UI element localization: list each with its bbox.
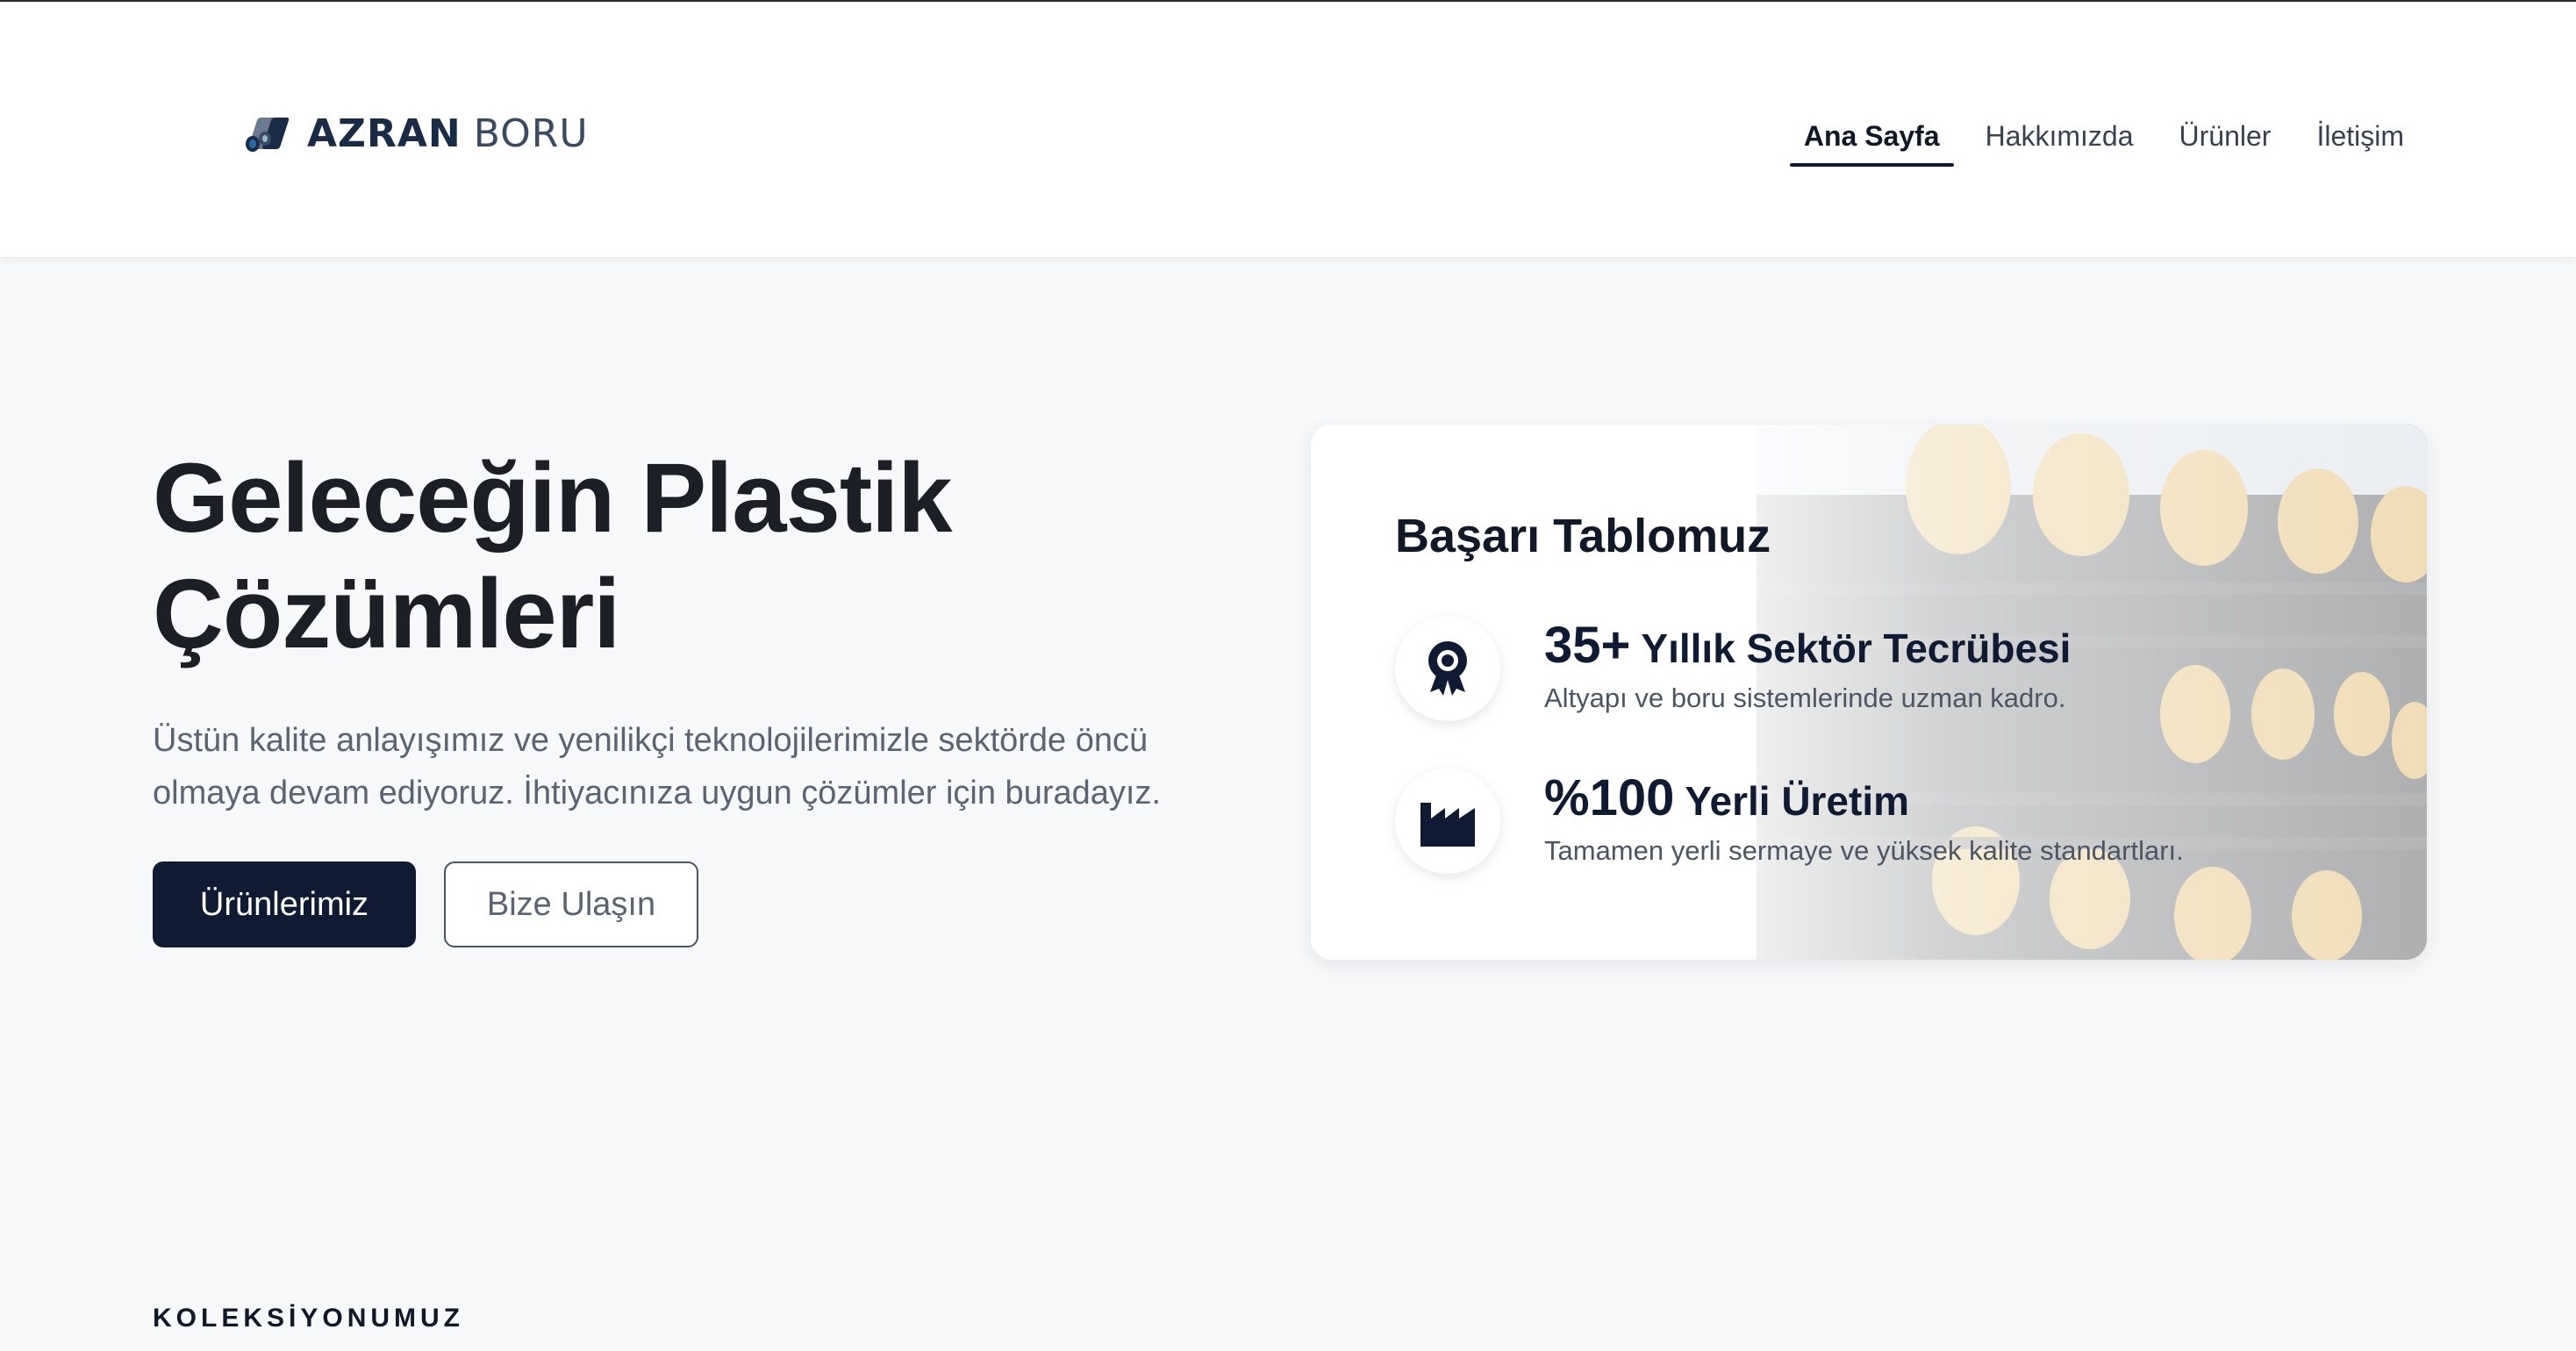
nav-item-ana-sayfa[interactable]: Ana Sayfa	[1789, 105, 1954, 167]
stat-experience: 35+ Yıllık Sektör Tecrübesi Altyapı ve bo…	[1395, 616, 2395, 730]
success-card: Başarı Tablomuz 35+ Yıllık Sektör Tecrübe…	[1311, 425, 2427, 960]
stat-experience-number: 35+	[1544, 617, 1631, 674]
stat-experience-label: Yıllık Sektör Tecrübesi	[1641, 625, 2072, 671]
brand-name-bold: AZRAN	[307, 111, 462, 156]
brand-name-light: BORU	[473, 111, 589, 156]
collection-section-label: KOLEKSİYONUMUZ	[153, 1304, 464, 1333]
hero-title-line-1: Geleceğin Plastik	[153, 443, 953, 553]
site-header: AZRAN BORU Ana Sayfa Hakkımızda Ürünler …	[0, 2, 2576, 258]
nav-item-urunler[interactable]: Ürünler	[2165, 105, 2286, 167]
success-card-title: Başarı Tablomuz	[1395, 510, 1771, 562]
stat-local-production-description: Tamamen yerli sermaye ve yüksek kalite s…	[1544, 835, 2184, 866]
pipe-logo-icon	[246, 118, 290, 152]
brand-logo[interactable]: AZRAN BORU	[244, 105, 589, 161]
nav-item-iletisim[interactable]: İletişim	[2302, 105, 2418, 167]
hero-subtitle: Üstün kalite anlayışımız ve yenilikçi te…	[153, 722, 1161, 811]
stat-experience-heading: 35+ Yıllık Sektör Tecrübesi	[1544, 616, 2071, 675]
stat-local-production-label: Yerli Üretim	[1685, 778, 1910, 824]
award-ribbon-icon	[1395, 616, 1500, 721]
stat-local-production-number: %100	[1544, 769, 1675, 826]
stat-experience-description: Altyapı ve boru sistemlerinde uzman kadr…	[1544, 683, 2066, 713]
products-button[interactable]: Ürünlerimiz	[153, 861, 416, 947]
nav-item-hakkimizda[interactable]: Hakkımızda	[1971, 105, 2148, 167]
stat-local-production: %100 Yerli Üretim Tamamen yerli sermaye v…	[1395, 768, 2395, 883]
hero-title: Geleceğin Plastik Çözümleri	[153, 440, 1293, 672]
stat-local-production-heading: %100 Yerli Üretim	[1544, 768, 1909, 827]
hero-title-line-2: Çözümleri	[153, 559, 620, 668]
page: AZRAN BORU Ana Sayfa Hakkımızda Ürünler …	[0, 0, 2576, 1351]
contact-us-button[interactable]: Bize Ulaşın	[444, 861, 698, 947]
main-nav: Ana Sayfa Hakkımızda Ürünler İletişim	[1772, 105, 2418, 167]
factory-icon	[1395, 768, 1500, 874]
